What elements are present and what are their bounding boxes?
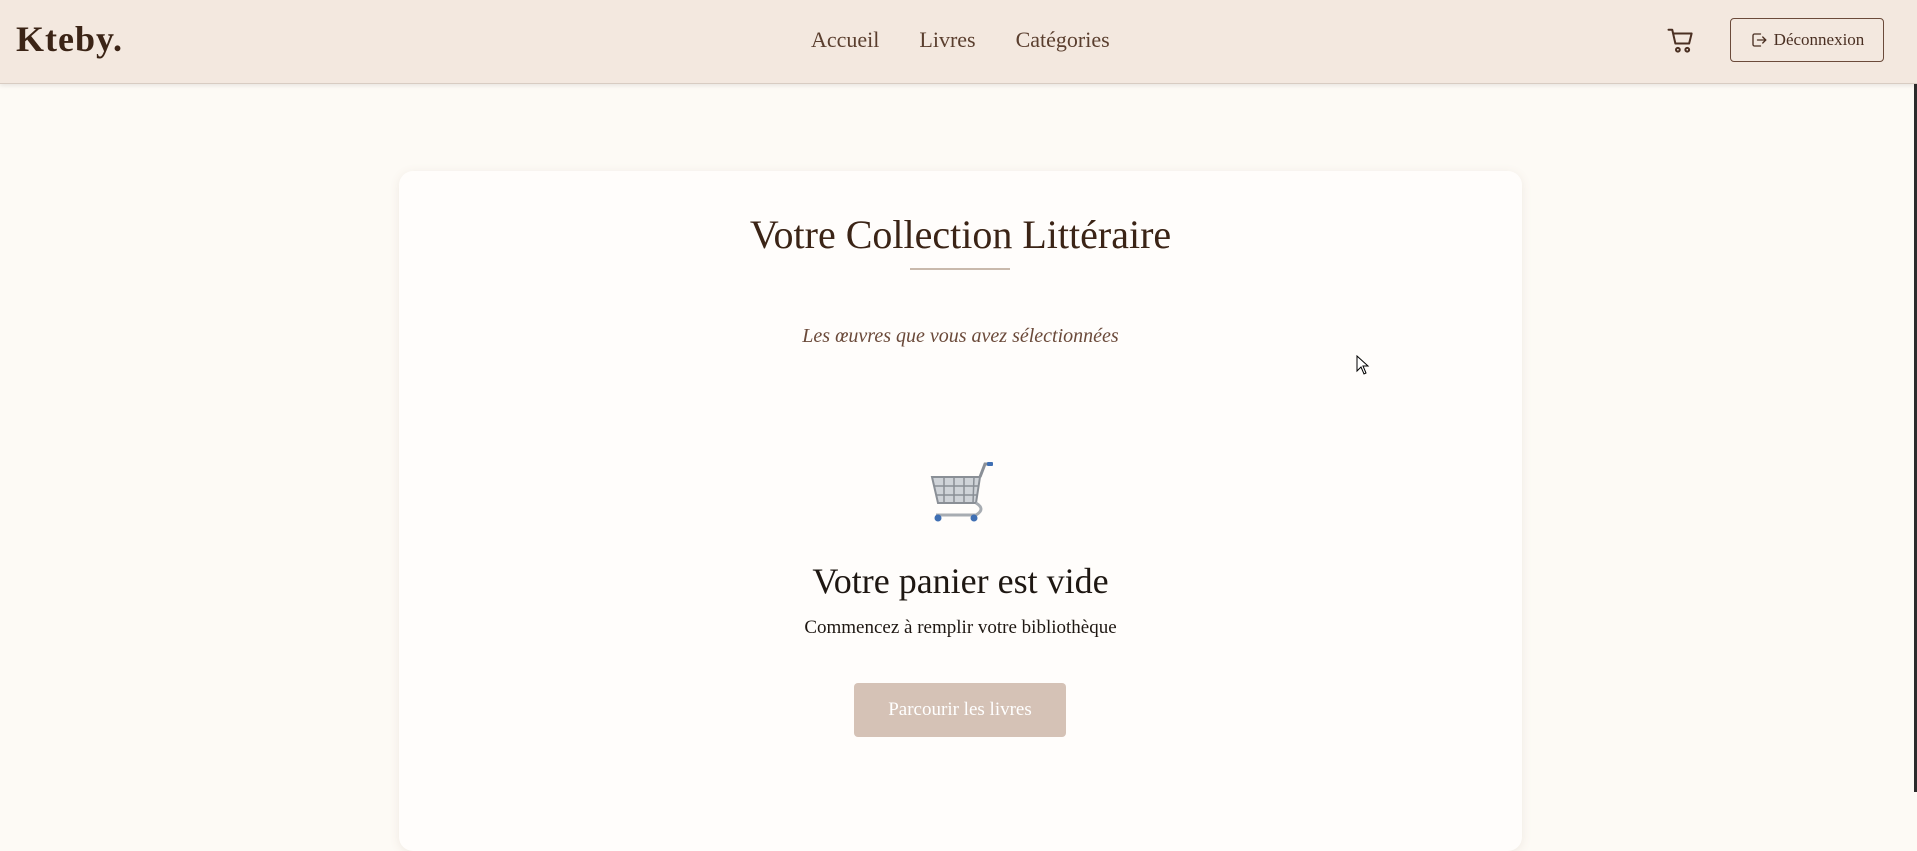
navbar: Kteby. Accueil Livres Catégories Déconne… (0, 0, 1917, 84)
nav-links: Accueil Livres Catégories (811, 27, 1110, 53)
nav-link-livres[interactable]: Livres (919, 27, 975, 53)
cart-button[interactable] (1666, 26, 1696, 56)
empty-cart-title: Votre panier est vide (812, 561, 1109, 601)
nav-link-accueil[interactable]: Accueil (811, 27, 879, 53)
logout-button[interactable]: Déconnexion (1730, 18, 1884, 62)
cart-icon (1667, 28, 1693, 53)
title-divider (910, 268, 1010, 270)
brand-logo[interactable]: Kteby. (16, 18, 123, 60)
mouse-cursor-icon (1356, 355, 1370, 375)
shopping-cart-icon (928, 461, 994, 523)
cart-card: Votre Collection Littéraire Les œuvres q… (399, 171, 1522, 851)
nav-link-categories[interactable]: Catégories (1016, 27, 1110, 53)
page-subtitle: Les œuvres que vous avez sélectionnées (802, 325, 1119, 347)
page-title: Votre Collection Littéraire (749, 212, 1172, 257)
empty-cart-text: Commencez à remplir votre bibliothèque (804, 617, 1117, 638)
logout-icon (1751, 33, 1767, 47)
logout-label: Déconnexion (1773, 30, 1865, 49)
browse-books-button[interactable]: Parcourir les livres (854, 683, 1066, 737)
